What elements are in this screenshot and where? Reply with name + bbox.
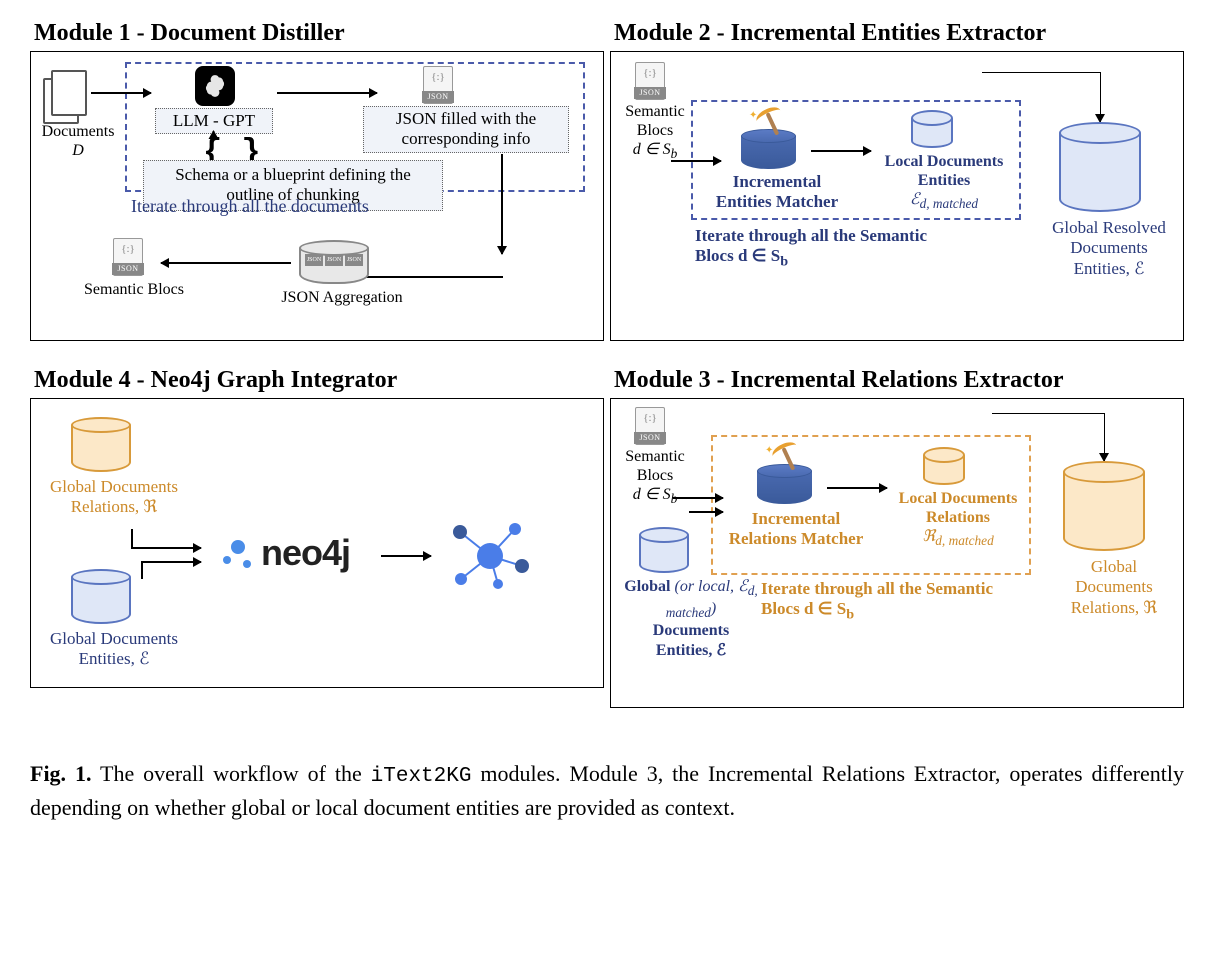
module-4-title: Module 4 - Neo4j Graph Integrator xyxy=(30,367,604,394)
json-agg-icon: JSON JSON JSON xyxy=(299,240,369,284)
m2-json-icon xyxy=(635,62,665,100)
neo4j-logo: neo4j xyxy=(221,531,350,574)
m3-local-cyl xyxy=(923,447,965,485)
module-2: Module 2 - Incremental Entities Extracto… xyxy=(610,20,1184,361)
module-1: Module 1 - Document Distiller Documents … xyxy=(30,20,604,361)
module-2-box: Semantic Blocs d ∈ Sb ✦ Incremental Enti… xyxy=(610,51,1184,341)
arrow-docs-llm xyxy=(91,92,151,94)
json-filled-icon xyxy=(423,66,453,104)
m2-global-cyl xyxy=(1059,122,1141,212)
documents-icon xyxy=(43,70,87,122)
module-4-box: Global Documents Relations, ℜ Global Doc… xyxy=(30,398,604,688)
m4-entities-label: Global Documents Entities, ℰ xyxy=(39,629,189,670)
m3-input-label: Global (or local, ℰd, matched) Documents… xyxy=(611,577,771,660)
m2-arrow-in xyxy=(671,160,721,162)
module-3: Module 3 - Incremental Relations Extract… xyxy=(610,367,1184,708)
m4-relations-label: Global Documents Relations, ℜ xyxy=(39,477,189,518)
m3-elbow xyxy=(991,413,1105,461)
m3-local-label: Local Documents Relations ℜd, matched xyxy=(883,489,1033,550)
m3-arrow-in1 xyxy=(673,497,723,499)
m2-local-cyl xyxy=(911,110,953,148)
m2-global-label: Global Resolved Documents Entities, ℰ xyxy=(1039,218,1179,279)
module-3-box: Semantic Blocs d ∈ Sb Global (or local, … xyxy=(610,398,1184,708)
m3-matcher-icon: ✦ xyxy=(755,449,815,504)
arrow-agg-semantic xyxy=(161,262,291,264)
graph-icon xyxy=(445,515,535,595)
caption-prefix: Fig. 1. xyxy=(30,761,91,786)
module-grid: Module 1 - Document Distiller Documents … xyxy=(30,20,1184,708)
arrow-json-down xyxy=(501,154,503,254)
m3-arrow-matcher-local xyxy=(827,487,887,489)
m3-global-label: Global Documents Relations, ℜ xyxy=(1049,557,1179,618)
module-1-title: Module 1 - Document Distiller xyxy=(30,20,604,47)
m2-local-label: Local Documents Entities ℰd, matched xyxy=(869,152,1019,213)
semantic-blocs-label: Semantic Blocs xyxy=(79,280,189,299)
m2-elbow xyxy=(981,72,1101,122)
json-filled-label: JSON filled with the corresponding info xyxy=(363,106,569,153)
m4-relations-cyl xyxy=(71,417,131,472)
figure-caption: Fig. 1. The overall workflow of the iTex… xyxy=(30,758,1184,824)
m3-input-cyl xyxy=(639,527,689,573)
openai-icon xyxy=(195,66,235,106)
semantic-blocs-icon xyxy=(113,238,143,276)
m2-semantic-label: Semantic Blocs d ∈ Sb xyxy=(615,102,695,163)
m4-arrow-graph xyxy=(381,555,431,557)
module-3-title: Module 3 - Incremental Relations Extract… xyxy=(610,367,1184,394)
documents-label: Documents D xyxy=(35,122,121,160)
m3-global-cyl xyxy=(1063,461,1145,551)
m2-arrow-matcher-local xyxy=(811,150,871,152)
m3-arrow-in2 xyxy=(689,511,723,513)
m3-json-icon xyxy=(635,407,665,445)
m4-entities-cyl xyxy=(71,569,131,624)
m4-arrow-r xyxy=(131,547,201,549)
m4-line-e xyxy=(141,561,143,579)
line-agg-h xyxy=(347,276,503,278)
caption-code: iText2KG xyxy=(371,765,472,788)
json-agg-label: JSON Aggregation xyxy=(267,288,417,307)
m2-matcher-icon: ✦ xyxy=(739,114,799,169)
m3-iterate-label: Iterate through all the Semantic Blocs d… xyxy=(761,579,1051,624)
m4-arrow-e xyxy=(141,561,201,563)
arrow-llm-json xyxy=(277,92,377,94)
module-4: Module 4 - Neo4j Graph Integrator Global… xyxy=(30,367,604,708)
iterate-label: Iterate through all the documents xyxy=(131,196,369,218)
m3-matcher-label: Incremental Relations Matcher xyxy=(721,509,871,550)
caption-before: The overall workflow of the xyxy=(91,761,370,786)
module-2-title: Module 2 - Incremental Entities Extracto… xyxy=(610,20,1184,47)
m4-line-r xyxy=(131,529,133,547)
module-1-box: Documents D LLM - GPT { } JSON filled wi… xyxy=(30,51,604,341)
m2-iterate-label: Iterate through all the Semantic Blocs d… xyxy=(695,226,1025,271)
m2-matcher-label: Incremental Entities Matcher xyxy=(707,172,847,213)
arrow-schema-llm xyxy=(213,131,215,132)
